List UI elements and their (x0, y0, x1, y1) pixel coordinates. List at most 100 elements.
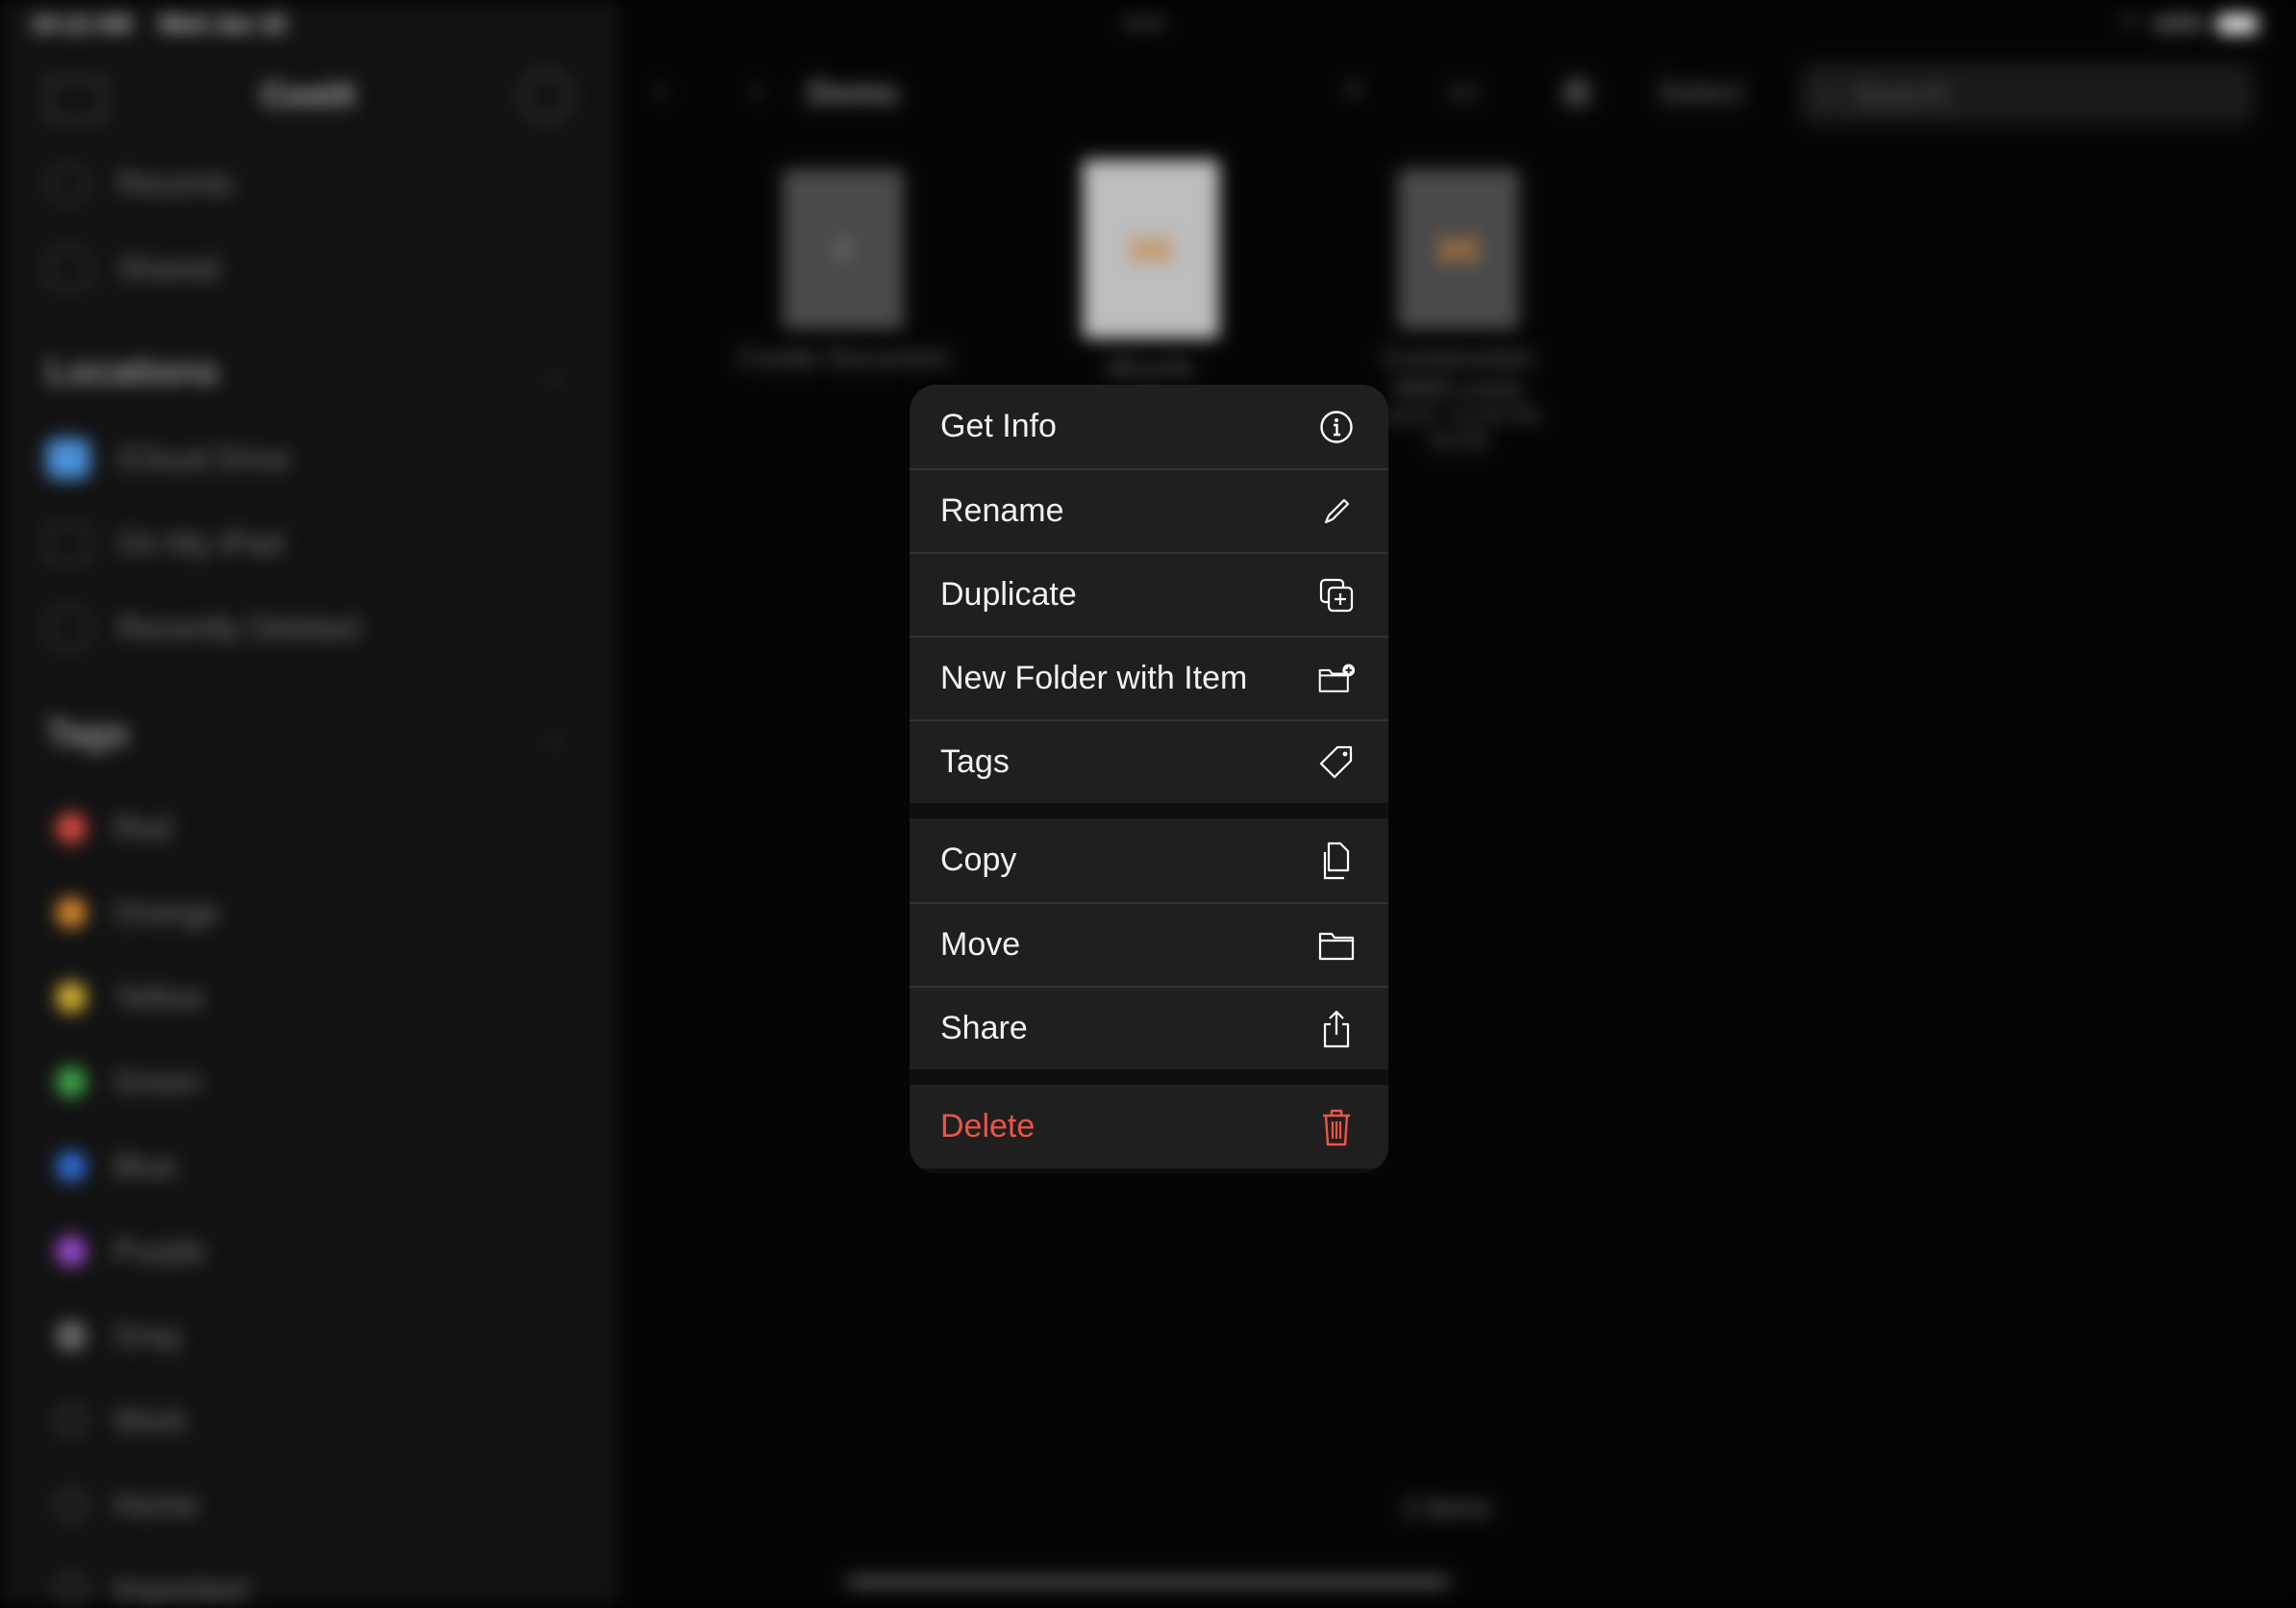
sidebar-item-tag-blue[interactable]: Blue (56, 1148, 177, 1185)
sidebar-item-label: Work (113, 1402, 187, 1438)
menu-item-copy[interactable]: Copy (910, 818, 1388, 902)
tag-icon (1317, 743, 1356, 782)
sidebar-item-label: Green (113, 1064, 202, 1099)
pencil-icon (1317, 492, 1356, 531)
sidebar-item-tag-orange[interactable]: Orange (56, 894, 219, 931)
tag-color-dot-icon (56, 1490, 87, 1520)
folder-icon (1317, 926, 1356, 965)
menu-item-label: Move (940, 926, 1021, 963)
sidebar-item-tag-red[interactable]: Red (56, 810, 172, 846)
sidebar-item-label: Purple (113, 1233, 206, 1269)
sidebar-item-label: Recents (117, 165, 235, 201)
sidebar-item-tag-work[interactable]: Work (56, 1402, 187, 1439)
menu-item-label: Copy (940, 842, 1017, 878)
tag-color-dot-icon (56, 813, 87, 843)
wifi-icon: ◠ (2121, 12, 2140, 36)
menu-item-new-folder-with-item[interactable]: New Folder with Item (910, 636, 1388, 719)
new-folder-toolbar-icon[interactable]: ▭ (1448, 71, 1479, 110)
sidebar-item-label: iCloud Drive (117, 440, 290, 476)
sidebar-item-label: Yellow (113, 979, 205, 1015)
file-create-document[interactable]: + Create Document (713, 169, 973, 373)
locations-header[interactable]: Locations (46, 352, 218, 393)
menu-item-move[interactable]: Move (910, 902, 1388, 986)
sidebar-item-label: On My iPad (117, 525, 284, 561)
menu-item-delete[interactable]: Delete (910, 1085, 1388, 1168)
sidebar-item-label: Gray (113, 1318, 183, 1353)
file-bicycle[interactable]: ⋈ Bicycle (1021, 160, 1281, 383)
sidebar-item-shared[interactable]: Shared (46, 248, 219, 289)
battery-percent: 100% (2151, 12, 2206, 36)
status-bar-right: ◠ 100% (2122, 12, 2258, 37)
trash-icon (1317, 1108, 1356, 1146)
sidebar-item-recents[interactable]: Recents (46, 163, 234, 204)
sidebar-item-tag-green[interactable]: Green (56, 1064, 202, 1100)
menu-item-duplicate[interactable]: Duplicate (910, 552, 1388, 636)
sidebar-item-label: Important (113, 1571, 248, 1607)
sidebar-item-tag-gray[interactable]: Gray (56, 1318, 183, 1354)
menu-item-label: Tags (940, 743, 1010, 780)
menu-item-label: Rename (940, 492, 1064, 529)
chevron-down-icon[interactable]: ⌄ (544, 360, 565, 389)
items-count: 2 items (1404, 1493, 1491, 1522)
sidebar-item-label: Home (113, 1487, 199, 1522)
file-name: Bicycle (1108, 352, 1194, 382)
menu-item-label: New Folder with Item (940, 660, 1248, 696)
status-date: Wed Jan 18 (159, 12, 286, 38)
select-button[interactable]: Select (1658, 75, 1743, 111)
icloud-icon (46, 439, 90, 479)
tag-color-dot-icon (56, 982, 87, 1013)
tag-color-dot-icon (56, 1320, 87, 1351)
trash-icon (46, 608, 90, 648)
folder-title[interactable]: Demo (808, 75, 898, 113)
tag-color-dot-icon (56, 1151, 87, 1182)
status-bar-left: 10:12 AM Wed Jan 18 (31, 12, 286, 38)
main-content: ••• ◠ 100% ‹ › Demo + ▭ ▦ Select ⌕ Searc… (617, 0, 2296, 1604)
sidebar-toggle-icon[interactable] (46, 77, 106, 121)
chevron-down-icon[interactable]: ⌄ (544, 721, 565, 751)
copy-icon (1317, 842, 1356, 880)
home-indicator[interactable] (846, 1577, 1450, 1587)
back-button[interactable]: ‹ (656, 71, 666, 109)
view-options-icon[interactable]: ▦ (1561, 71, 1592, 110)
duplicate-icon (1317, 576, 1356, 615)
sidebar-item-on-my-ipad[interactable]: On My iPad (46, 523, 283, 564)
multitasking-dots[interactable]: ••• (1125, 8, 1167, 40)
tags-header[interactable]: Tags (46, 714, 129, 755)
menu-item-label: Duplicate (940, 576, 1077, 613)
new-folder-icon (1317, 660, 1356, 698)
sidebar: 10:12 AM Wed Jan 18 CostX Recents Shared… (0, 0, 617, 1607)
sidebar-item-label: Blue (113, 1148, 178, 1184)
sidebar-item-icloud-drive[interactable]: iCloud Drive (46, 439, 290, 479)
menu-item-rename[interactable]: Rename (910, 468, 1388, 552)
sidebar-item-label: Red (113, 810, 172, 845)
sidebar-title: CostX (262, 77, 357, 113)
clock-icon (46, 163, 90, 204)
forward-button[interactable]: › (752, 71, 762, 109)
menu-item-share[interactable]: Share (910, 986, 1388, 1069)
tag-color-dot-icon (56, 1574, 87, 1605)
menu-item-label: Delete (940, 1108, 1036, 1144)
search-placeholder: Search (1851, 76, 1950, 112)
sidebar-item-tag-home[interactable]: Home (56, 1487, 198, 1523)
info-icon (1317, 408, 1356, 446)
menu-item-label: Share (940, 1010, 1028, 1046)
sidebar-item-label: Orange (113, 894, 220, 930)
menu-item-tags[interactable]: Tags (910, 719, 1388, 803)
sidebar-item-tag-yellow[interactable]: Yellow (56, 979, 204, 1016)
tag-color-dot-icon (56, 1236, 87, 1267)
status-time: 10:12 AM (31, 12, 132, 38)
sidebar-item-tag-important[interactable]: Important (56, 1571, 247, 1608)
menu-group-secondary: Copy Move Share (910, 818, 1388, 1069)
more-options-icon[interactable] (521, 71, 571, 121)
menu-group-primary: Get Info Rename Duplicate New Folder wit… (910, 385, 1388, 803)
add-icon[interactable]: + (1344, 71, 1363, 109)
shared-folder-icon (46, 248, 90, 289)
document-plus-icon: + (783, 169, 904, 329)
sidebar-item-tag-purple[interactable]: Purple (56, 1233, 205, 1269)
sidebar-item-label: Recently Deleted (117, 610, 360, 645)
search-field[interactable]: ⌕ Search (1800, 63, 2254, 125)
menu-item-get-info[interactable]: Get Info (910, 385, 1388, 468)
sidebar-item-recently-deleted[interactable]: Recently Deleted (46, 608, 359, 648)
tag-color-dot-icon (56, 1405, 87, 1436)
menu-group-destructive: Delete (910, 1085, 1388, 1168)
